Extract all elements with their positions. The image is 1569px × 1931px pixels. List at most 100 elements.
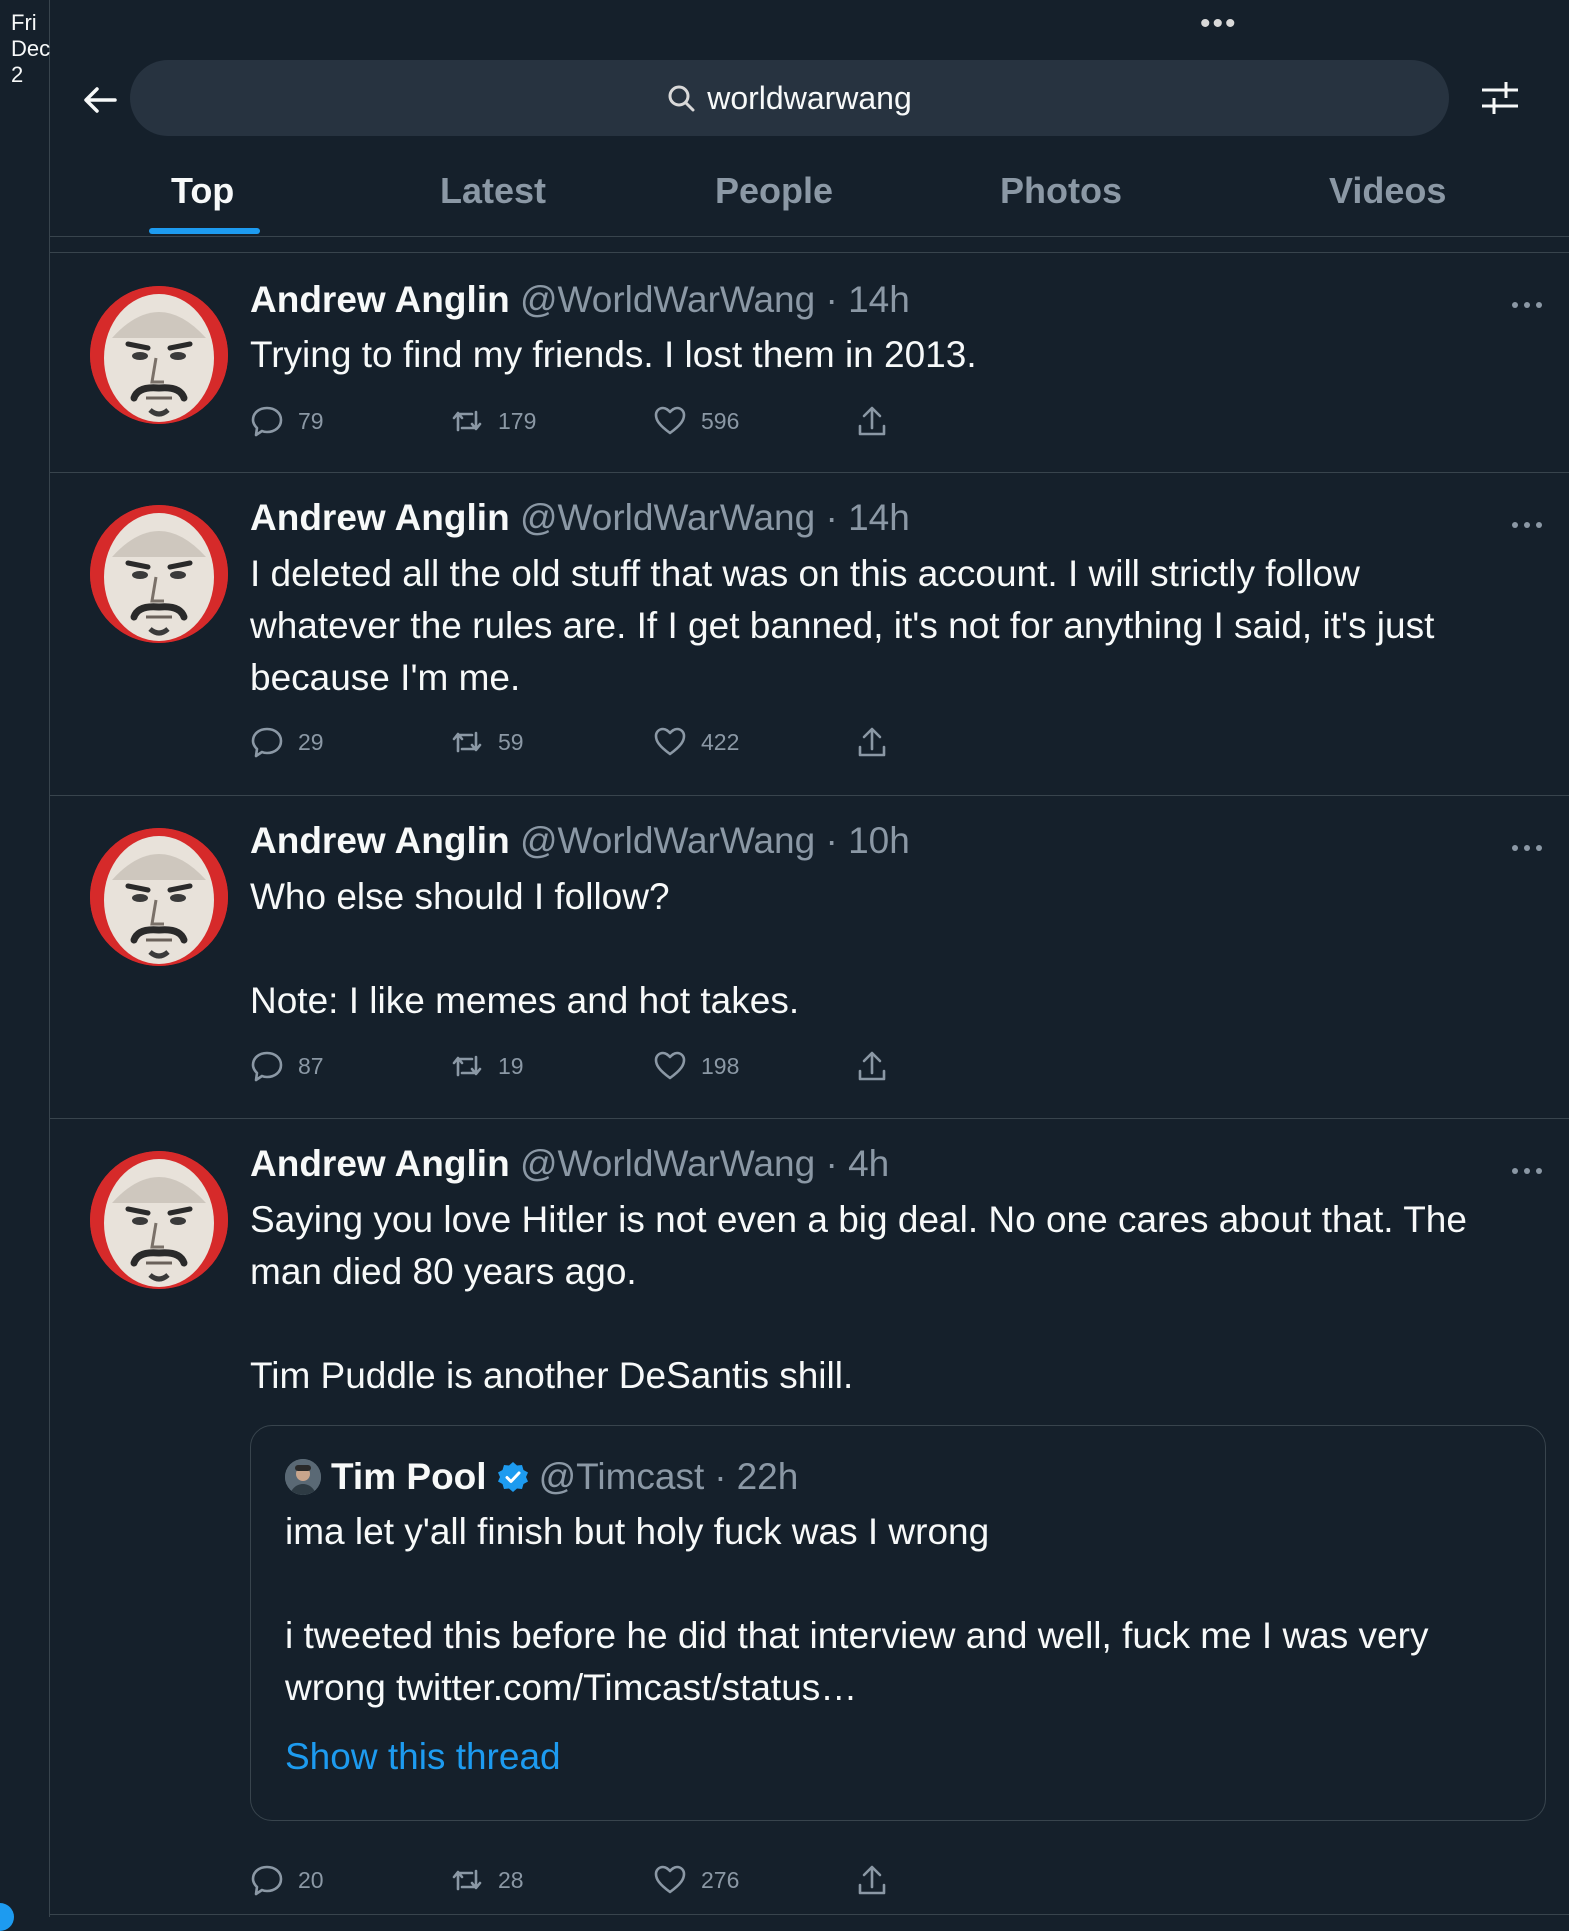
reply-count: 29: [298, 728, 324, 755]
reply-count: 79: [298, 407, 324, 434]
tweet-text: Trying to find my friends. I lost them i…: [250, 334, 977, 375]
share-icon: [858, 727, 886, 757]
share-button[interactable]: [855, 725, 889, 759]
tab-videos[interactable]: Videos: [1329, 170, 1446, 212]
tweet-actions: 79 179 596: [250, 404, 950, 444]
tab-people[interactable]: People: [715, 170, 833, 212]
avatar[interactable]: [90, 1151, 228, 1289]
author-handle[interactable]: @WorldWarWang: [520, 279, 815, 320]
avatar-illustration: [90, 828, 228, 966]
reply-button[interactable]: 29: [250, 725, 324, 759]
avatar-illustration: [90, 286, 228, 424]
tweet-text: Saying you love Hitler is not even a big…: [250, 1199, 1467, 1396]
tweet-header: Andrew Anglin @WorldWarWang · 14h: [250, 279, 910, 320]
author-name[interactable]: Andrew Anglin: [250, 279, 510, 320]
reply-button[interactable]: 79: [250, 404, 324, 438]
tweet-header: Andrew Anglin @WorldWarWang · 10h: [250, 820, 910, 861]
author-handle[interactable]: @WorldWarWang: [520, 820, 815, 861]
author-handle[interactable]: @WorldWarWang: [520, 497, 815, 538]
reply-count: 87: [298, 1052, 324, 1079]
retweet-count: 59: [498, 728, 524, 755]
author-name[interactable]: Andrew Anglin: [250, 497, 510, 538]
back-button[interactable]: [78, 78, 122, 122]
tweet-time[interactable]: 10h: [848, 820, 910, 861]
search-results-screen: worldwarwang Top Latest People Photos Vi…: [50, 0, 1569, 1917]
like-button[interactable]: 276: [653, 1863, 739, 1897]
retweet-button[interactable]: 59: [450, 725, 524, 759]
divider: [50, 1914, 1569, 1915]
retweet-button[interactable]: 19: [450, 1049, 524, 1083]
more-icon: [1512, 1168, 1542, 1174]
tab-photos[interactable]: Photos: [1000, 170, 1122, 212]
tweet-text: Who else should I follow? Note: I like m…: [250, 876, 800, 1021]
tab-latest[interactable]: Latest: [440, 170, 546, 212]
share-icon: [858, 1051, 886, 1081]
share-button[interactable]: [855, 1049, 889, 1083]
reply-button[interactable]: 87: [250, 1049, 324, 1083]
tweet-actions: 20 28 276: [250, 1863, 950, 1903]
show-thread-link[interactable]: Show this thread: [285, 1736, 561, 1778]
quoted-author-handle[interactable]: @Timcast: [539, 1456, 705, 1498]
retweet-icon: [452, 410, 482, 432]
avatar[interactable]: [90, 828, 228, 966]
retweet-count: 179: [498, 407, 537, 434]
tab-top[interactable]: Top: [171, 170, 234, 212]
reply-icon: [251, 1865, 283, 1896]
more-icon: [1512, 302, 1542, 308]
search-input[interactable]: worldwarwang: [130, 60, 1449, 136]
quoted-tweet[interactable]: Tim Pool @Timcast · 22h ima let y'all fini…: [250, 1425, 1546, 1821]
reply-button[interactable]: 20: [250, 1863, 324, 1897]
like-icon: [654, 406, 686, 435]
reply-icon: [251, 727, 283, 758]
active-tab-indicator: [149, 228, 260, 234]
back-arrow-icon: [84, 87, 117, 113]
reply-icon: [251, 1051, 283, 1082]
reply-icon: [251, 406, 283, 437]
share-button[interactable]: [855, 404, 889, 438]
search-filter-button[interactable]: [1480, 78, 1524, 122]
share-icon: [858, 1865, 886, 1895]
avatar-illustration: [90, 505, 228, 643]
more-button[interactable]: [1507, 1161, 1547, 1181]
quoted-avatar[interactable]: [285, 1459, 321, 1495]
retweet-count: 19: [498, 1052, 524, 1079]
tweet-header: Andrew Anglin @WorldWarWang · 14h: [250, 497, 910, 538]
left-rail: Fri Dec 2: [0, 0, 50, 1931]
search-tabs: Top Latest People Photos Videos: [50, 150, 1569, 237]
quoted-tweet-text: ima let y'all finish but holy fuck was I…: [285, 1511, 1429, 1708]
retweet-button[interactable]: 179: [450, 404, 536, 438]
tweet[interactable]: Andrew Anglin @WorldWarWang · 10h Who el…: [50, 796, 1569, 1118]
like-button[interactable]: 198: [653, 1049, 739, 1083]
tweet[interactable]: Andrew Anglin @WorldWarWang · 14h I dele…: [50, 473, 1569, 795]
reply-count: 20: [298, 1866, 324, 1893]
retweet-icon: [452, 1869, 482, 1891]
more-button[interactable]: [1507, 295, 1547, 315]
like-button[interactable]: 596: [653, 404, 739, 438]
avatar[interactable]: [90, 505, 228, 643]
like-icon: [654, 1051, 686, 1080]
author-name[interactable]: Andrew Anglin: [250, 1143, 510, 1184]
tweet-time[interactable]: 4h: [848, 1143, 889, 1184]
retweet-icon: [452, 1055, 482, 1077]
retweet-count: 28: [498, 1866, 524, 1893]
tweet-time[interactable]: 14h: [848, 279, 910, 320]
avatar[interactable]: [90, 286, 228, 424]
more-button[interactable]: [1507, 838, 1547, 858]
like-count: 198: [701, 1052, 740, 1079]
compose-fab-edge[interactable]: [0, 1903, 14, 1931]
tweet-time[interactable]: 14h: [848, 497, 910, 538]
share-button[interactable]: [855, 1863, 889, 1897]
like-icon: [654, 727, 686, 756]
tweet-actions: 87 19 198: [250, 1049, 950, 1089]
retweet-button[interactable]: 28: [450, 1863, 524, 1897]
author-handle[interactable]: @WorldWarWang: [520, 1143, 815, 1184]
tweet[interactable]: Andrew Anglin @WorldWarWang · 14h Trying…: [50, 253, 1569, 472]
more-button[interactable]: [1507, 515, 1547, 535]
tweet[interactable]: Andrew Anglin @WorldWarWang · 4h Saying …: [50, 1119, 1569, 1917]
filter-sliders-icon: [1482, 82, 1518, 114]
quoted-tweet-time[interactable]: 22h: [737, 1456, 799, 1498]
like-button[interactable]: 422: [653, 725, 739, 759]
quoted-author-name[interactable]: Tim Pool: [331, 1456, 487, 1498]
author-name[interactable]: Andrew Anglin: [250, 820, 510, 861]
share-icon: [858, 406, 886, 436]
